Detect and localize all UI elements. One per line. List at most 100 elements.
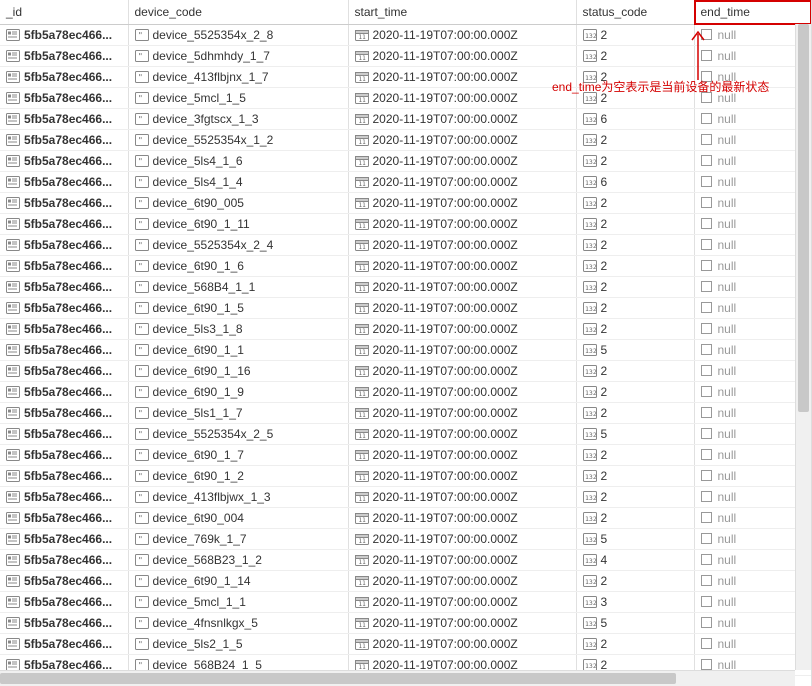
table-row[interactable]: 5fb5a78ec466... " " device_6t90_1_6 11 2…	[0, 256, 812, 277]
null-checkbox[interactable]	[701, 386, 712, 397]
cell-start-time[interactable]: 11 2020-11-19T07:00:00.000Z	[348, 235, 576, 256]
cell-id[interactable]: 5fb5a78ec466...	[0, 613, 128, 634]
cell-start-time[interactable]: 11 2020-11-19T07:00:00.000Z	[348, 340, 576, 361]
table-row[interactable]: 5fb5a78ec466... " " device_6t90_1_16 11 …	[0, 361, 812, 382]
cell-id[interactable]: 5fb5a78ec466...	[0, 25, 128, 46]
cell-start-time[interactable]: 11 2020-11-19T07:00:00.000Z	[348, 67, 576, 88]
cell-device-code[interactable]: " " device_6t90_1_1	[128, 340, 348, 361]
null-checkbox[interactable]	[701, 512, 712, 523]
table-row[interactable]: 5fb5a78ec466... " " device_6t90_1_7 11 2…	[0, 445, 812, 466]
table-row[interactable]: 5fb5a78ec466... " " device_6t90_1_11 11 …	[0, 214, 812, 235]
table-row[interactable]: 5fb5a78ec466... " " device_413flbjnx_1_7…	[0, 67, 812, 88]
cell-start-time[interactable]: 11 2020-11-19T07:00:00.000Z	[348, 130, 576, 151]
cell-status-code[interactable]: 132 2	[576, 88, 694, 109]
cell-id[interactable]: 5fb5a78ec466...	[0, 634, 128, 655]
cell-start-time[interactable]: 11 2020-11-19T07:00:00.000Z	[348, 382, 576, 403]
cell-device-code[interactable]: " " device_5525354x_1_2	[128, 130, 348, 151]
cell-start-time[interactable]: 11 2020-11-19T07:00:00.000Z	[348, 88, 576, 109]
null-checkbox[interactable]	[701, 491, 712, 502]
cell-device-code[interactable]: " " device_568B23_1_2	[128, 550, 348, 571]
cell-device-code[interactable]: " " device_6t90_1_5	[128, 298, 348, 319]
cell-id[interactable]: 5fb5a78ec466...	[0, 46, 128, 67]
cell-status-code[interactable]: 132 2	[576, 382, 694, 403]
cell-status-code[interactable]: 132 2	[576, 256, 694, 277]
table-row[interactable]: 5fb5a78ec466... " " device_6t90_1_5 11 2…	[0, 298, 812, 319]
cell-id[interactable]: 5fb5a78ec466...	[0, 571, 128, 592]
null-checkbox[interactable]	[701, 428, 712, 439]
cell-status-code[interactable]: 132 5	[576, 529, 694, 550]
cell-device-code[interactable]: " " device_5ls2_1_5	[128, 634, 348, 655]
cell-device-code[interactable]: " " device_6t90_004	[128, 508, 348, 529]
cell-start-time[interactable]: 11 2020-11-19T07:00:00.000Z	[348, 424, 576, 445]
table-row[interactable]: 5fb5a78ec466... " " device_568B23_1_2 11…	[0, 550, 812, 571]
cell-start-time[interactable]: 11 2020-11-19T07:00:00.000Z	[348, 172, 576, 193]
table-row[interactable]: 5fb5a78ec466... " " device_568B4_1_1 11 …	[0, 277, 812, 298]
cell-device-code[interactable]: " " device_769k_1_7	[128, 529, 348, 550]
cell-status-code[interactable]: 132 2	[576, 487, 694, 508]
cell-status-code[interactable]: 132 2	[576, 235, 694, 256]
cell-id[interactable]: 5fb5a78ec466...	[0, 466, 128, 487]
table-row[interactable]: 5fb5a78ec466... " " device_5525354x_1_2 …	[0, 130, 812, 151]
null-checkbox[interactable]	[701, 323, 712, 334]
cell-device-code[interactable]: " " device_413flbjnx_1_7	[128, 67, 348, 88]
cell-start-time[interactable]: 11 2020-11-19T07:00:00.000Z	[348, 109, 576, 130]
cell-device-code[interactable]: " " device_4fnsnlkgx_5	[128, 613, 348, 634]
cell-status-code[interactable]: 132 6	[576, 172, 694, 193]
cell-status-code[interactable]: 132 2	[576, 466, 694, 487]
cell-start-time[interactable]: 11 2020-11-19T07:00:00.000Z	[348, 151, 576, 172]
cell-id[interactable]: 5fb5a78ec466...	[0, 445, 128, 466]
cell-start-time[interactable]: 11 2020-11-19T07:00:00.000Z	[348, 256, 576, 277]
vertical-scrollbar[interactable]	[795, 24, 811, 670]
cell-device-code[interactable]: " " device_6t90_1_7	[128, 445, 348, 466]
table-row[interactable]: 5fb5a78ec466... " " device_5mcl_1_5 11 2…	[0, 88, 812, 109]
cell-start-time[interactable]: 11 2020-11-19T07:00:00.000Z	[348, 508, 576, 529]
cell-device-code[interactable]: " " device_413flbjwx_1_3	[128, 487, 348, 508]
cell-device-code[interactable]: " " device_5525354x_2_4	[128, 235, 348, 256]
cell-device-code[interactable]: " " device_6t90_005	[128, 193, 348, 214]
cell-id[interactable]: 5fb5a78ec466...	[0, 361, 128, 382]
cell-status-code[interactable]: 132 2	[576, 67, 694, 88]
null-checkbox[interactable]	[701, 617, 712, 628]
cell-id[interactable]: 5fb5a78ec466...	[0, 151, 128, 172]
null-checkbox[interactable]	[701, 218, 712, 229]
cell-status-code[interactable]: 132 2	[576, 508, 694, 529]
cell-id[interactable]: 5fb5a78ec466...	[0, 403, 128, 424]
cell-id[interactable]: 5fb5a78ec466...	[0, 424, 128, 445]
table-row[interactable]: 5fb5a78ec466... " " device_769k_1_7 11 2…	[0, 529, 812, 550]
null-checkbox[interactable]	[701, 449, 712, 460]
null-checkbox[interactable]	[701, 281, 712, 292]
cell-status-code[interactable]: 132 5	[576, 424, 694, 445]
null-checkbox[interactable]	[701, 71, 712, 82]
cell-start-time[interactable]: 11 2020-11-19T07:00:00.000Z	[348, 193, 576, 214]
col-header-start-time[interactable]: start_time	[348, 0, 576, 25]
table-row[interactable]: 5fb5a78ec466... " " device_5ls3_1_8 11 2…	[0, 319, 812, 340]
vertical-scroll-thumb[interactable]	[798, 24, 809, 412]
cell-status-code[interactable]: 132 5	[576, 340, 694, 361]
cell-start-time[interactable]: 11 2020-11-19T07:00:00.000Z	[348, 46, 576, 67]
horizontal-scroll-thumb[interactable]	[0, 673, 676, 684]
cell-start-time[interactable]: 11 2020-11-19T07:00:00.000Z	[348, 214, 576, 235]
cell-start-time[interactable]: 11 2020-11-19T07:00:00.000Z	[348, 529, 576, 550]
cell-id[interactable]: 5fb5a78ec466...	[0, 277, 128, 298]
table-row[interactable]: 5fb5a78ec466... " " device_5ls2_1_5 11 2…	[0, 634, 812, 655]
cell-status-code[interactable]: 132 2	[576, 25, 694, 46]
null-checkbox[interactable]	[701, 533, 712, 544]
cell-start-time[interactable]: 11 2020-11-19T07:00:00.000Z	[348, 361, 576, 382]
null-checkbox[interactable]	[701, 29, 712, 40]
cell-start-time[interactable]: 11 2020-11-19T07:00:00.000Z	[348, 550, 576, 571]
table-row[interactable]: 5fb5a78ec466... " " device_5dhmhdy_1_7 1…	[0, 46, 812, 67]
cell-id[interactable]: 5fb5a78ec466...	[0, 88, 128, 109]
cell-id[interactable]: 5fb5a78ec466...	[0, 487, 128, 508]
table-row[interactable]: 5fb5a78ec466... " " device_6t90_1_9 11 2…	[0, 382, 812, 403]
cell-status-code[interactable]: 132 2	[576, 298, 694, 319]
null-checkbox[interactable]	[701, 407, 712, 418]
cell-id[interactable]: 5fb5a78ec466...	[0, 193, 128, 214]
null-checkbox[interactable]	[701, 113, 712, 124]
cell-id[interactable]: 5fb5a78ec466...	[0, 550, 128, 571]
table-row[interactable]: 5fb5a78ec466... " " device_6t90_1_1 11 2…	[0, 340, 812, 361]
cell-status-code[interactable]: 132 2	[576, 361, 694, 382]
null-checkbox[interactable]	[701, 260, 712, 271]
cell-device-code[interactable]: " " device_5525354x_2_5	[128, 424, 348, 445]
null-checkbox[interactable]	[701, 596, 712, 607]
cell-device-code[interactable]: " " device_3fgtscx_1_3	[128, 109, 348, 130]
